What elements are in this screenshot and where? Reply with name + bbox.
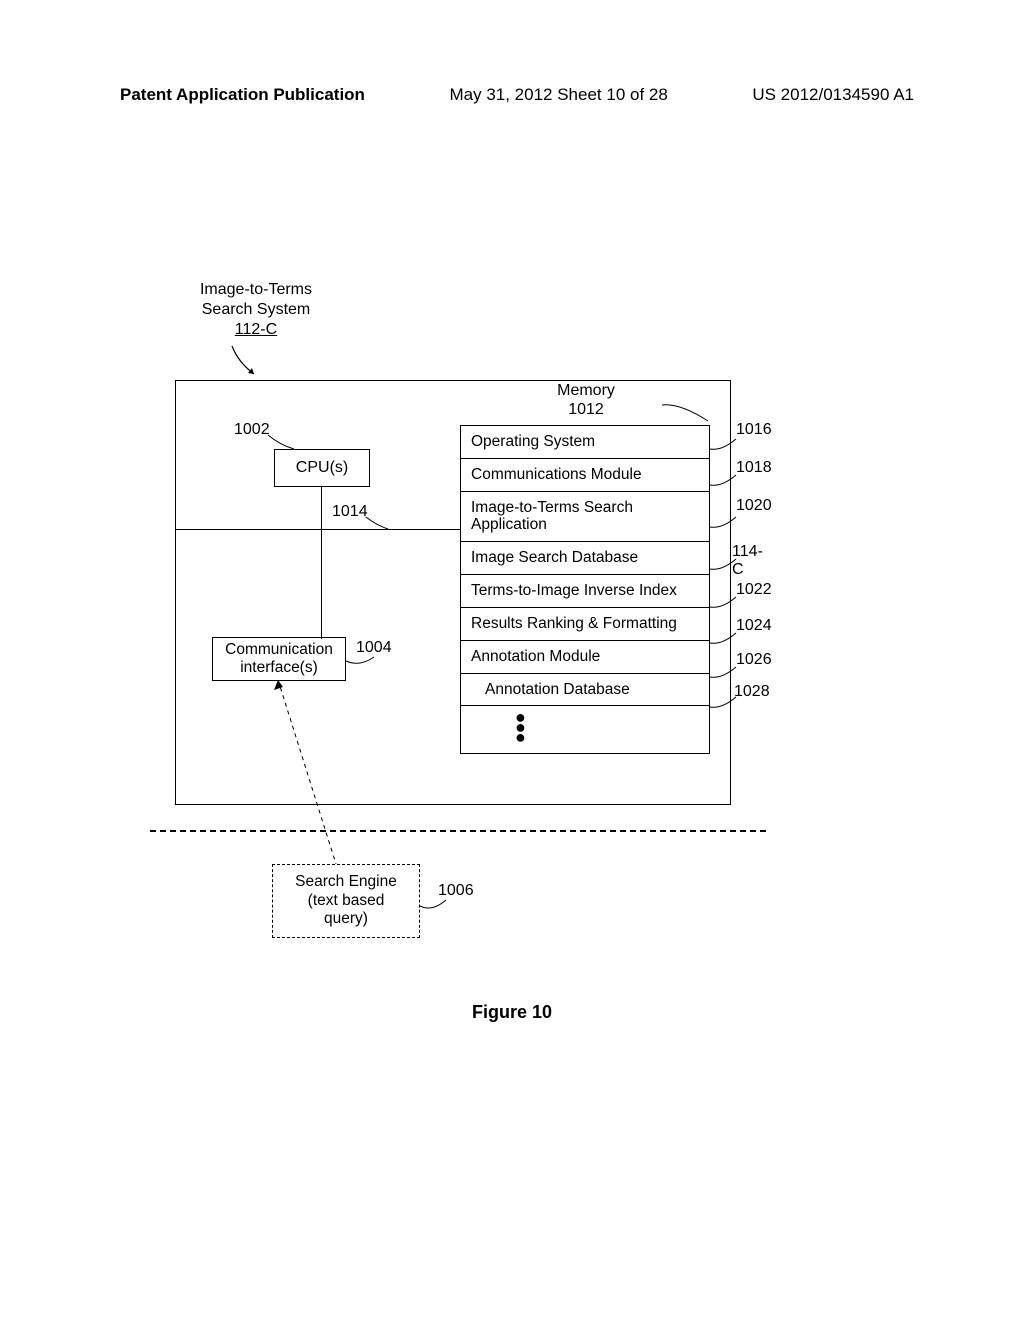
- comm-box: Communication interface(s): [212, 637, 346, 681]
- memory-row: Communications Module: [461, 459, 709, 492]
- ref-cpu: 1002: [234, 421, 270, 439]
- header-right: US 2012/0134590 A1: [752, 85, 914, 105]
- ref-memory-row: 1018: [736, 459, 772, 477]
- ref-memory-row: 1020: [736, 497, 772, 515]
- ref-bus: 1014: [332, 503, 368, 521]
- memory-row: Image-to-Terms Search Application: [461, 492, 709, 543]
- ref-memory-row: 1026: [736, 651, 772, 669]
- leader-line-icon: [710, 515, 740, 533]
- leader-line-icon: [710, 595, 740, 613]
- ref-memory-row: 1022: [736, 581, 772, 599]
- ref-memory-row: 1024: [736, 617, 772, 635]
- memory-row-label: Terms-to-Image Inverse Index: [471, 582, 677, 599]
- memory-row: Results Ranking & Formatting: [461, 608, 709, 641]
- memory-row-ellipsis: ●●●: [461, 706, 709, 754]
- bus-horizontal: [176, 529, 460, 530]
- system-title-line1: Image-to-Terms: [200, 281, 312, 298]
- leader-line-icon: [710, 631, 740, 649]
- system-frame: 1002 CPU(s) 1014 Memory 1012 Operating S…: [175, 380, 731, 805]
- memory-row: Operating System: [461, 426, 709, 459]
- leader-line-icon: [710, 437, 740, 455]
- leader-line-icon: [710, 557, 740, 575]
- leader-line-icon: [366, 513, 390, 531]
- system-title-ref: 112-C: [235, 321, 277, 338]
- header-center: May 31, 2012 Sheet 10 of 28: [449, 85, 667, 105]
- se-l3: query): [324, 910, 368, 927]
- cpu-box: CPU(s): [274, 449, 370, 487]
- se-l2: (text based: [308, 892, 385, 909]
- leader-line-icon: [662, 399, 710, 423]
- memory-row-label: Communications Module: [471, 466, 642, 483]
- header-left: Patent Application Publication: [120, 85, 365, 105]
- memory-row-label: Annotation Database: [485, 681, 630, 698]
- memory-row-label: Operating System: [471, 433, 595, 450]
- memory-row: Annotation Module: [461, 641, 709, 674]
- memory-row-label: Image-to-Terms Search Application: [471, 499, 633, 534]
- leader-line-icon: [420, 898, 448, 916]
- leader-line-icon: [268, 431, 298, 451]
- se-l1: Search Engine: [295, 873, 397, 890]
- dashed-connector-line: [260, 680, 350, 880]
- page-header: Patent Application Publication May 31, 2…: [120, 85, 914, 105]
- arrow-icon: [228, 344, 252, 368]
- system-title-line2: Search System: [202, 301, 310, 318]
- vertical-ellipsis-icon: ●●●: [515, 712, 526, 742]
- memory-title-l2: 1012: [568, 401, 604, 418]
- memory-title-l1: Memory: [557, 382, 615, 399]
- memory-row: Annotation Database: [461, 674, 709, 707]
- bus-vertical: [321, 487, 322, 639]
- memory-table: Operating System Communications Module I…: [460, 425, 710, 754]
- memory-title: Memory 1012: [526, 381, 646, 419]
- leader-line-icon: [346, 653, 376, 671]
- memory-row-label: Image Search Database: [471, 549, 638, 566]
- system-title: Image-to-Terms Search System 112-C: [186, 280, 326, 340]
- search-engine-box: Search Engine (text based query): [272, 864, 420, 938]
- ref-memory-row: 1016: [736, 421, 772, 439]
- memory-row: Terms-to-Image Inverse Index: [461, 575, 709, 608]
- leader-line-icon: [710, 695, 740, 713]
- comm-l2: interface(s): [240, 659, 318, 676]
- leader-line-icon: [710, 665, 740, 683]
- cpu-label: CPU(s): [296, 459, 348, 477]
- comm-l1: Communication: [225, 641, 333, 658]
- leader-line-icon: [710, 473, 740, 491]
- figure-caption: Figure 10: [0, 1002, 1024, 1023]
- memory-row: Image Search Database: [461, 542, 709, 575]
- memory-row-label: Annotation Module: [471, 648, 600, 665]
- memory-row-label: Results Ranking & Formatting: [471, 615, 677, 632]
